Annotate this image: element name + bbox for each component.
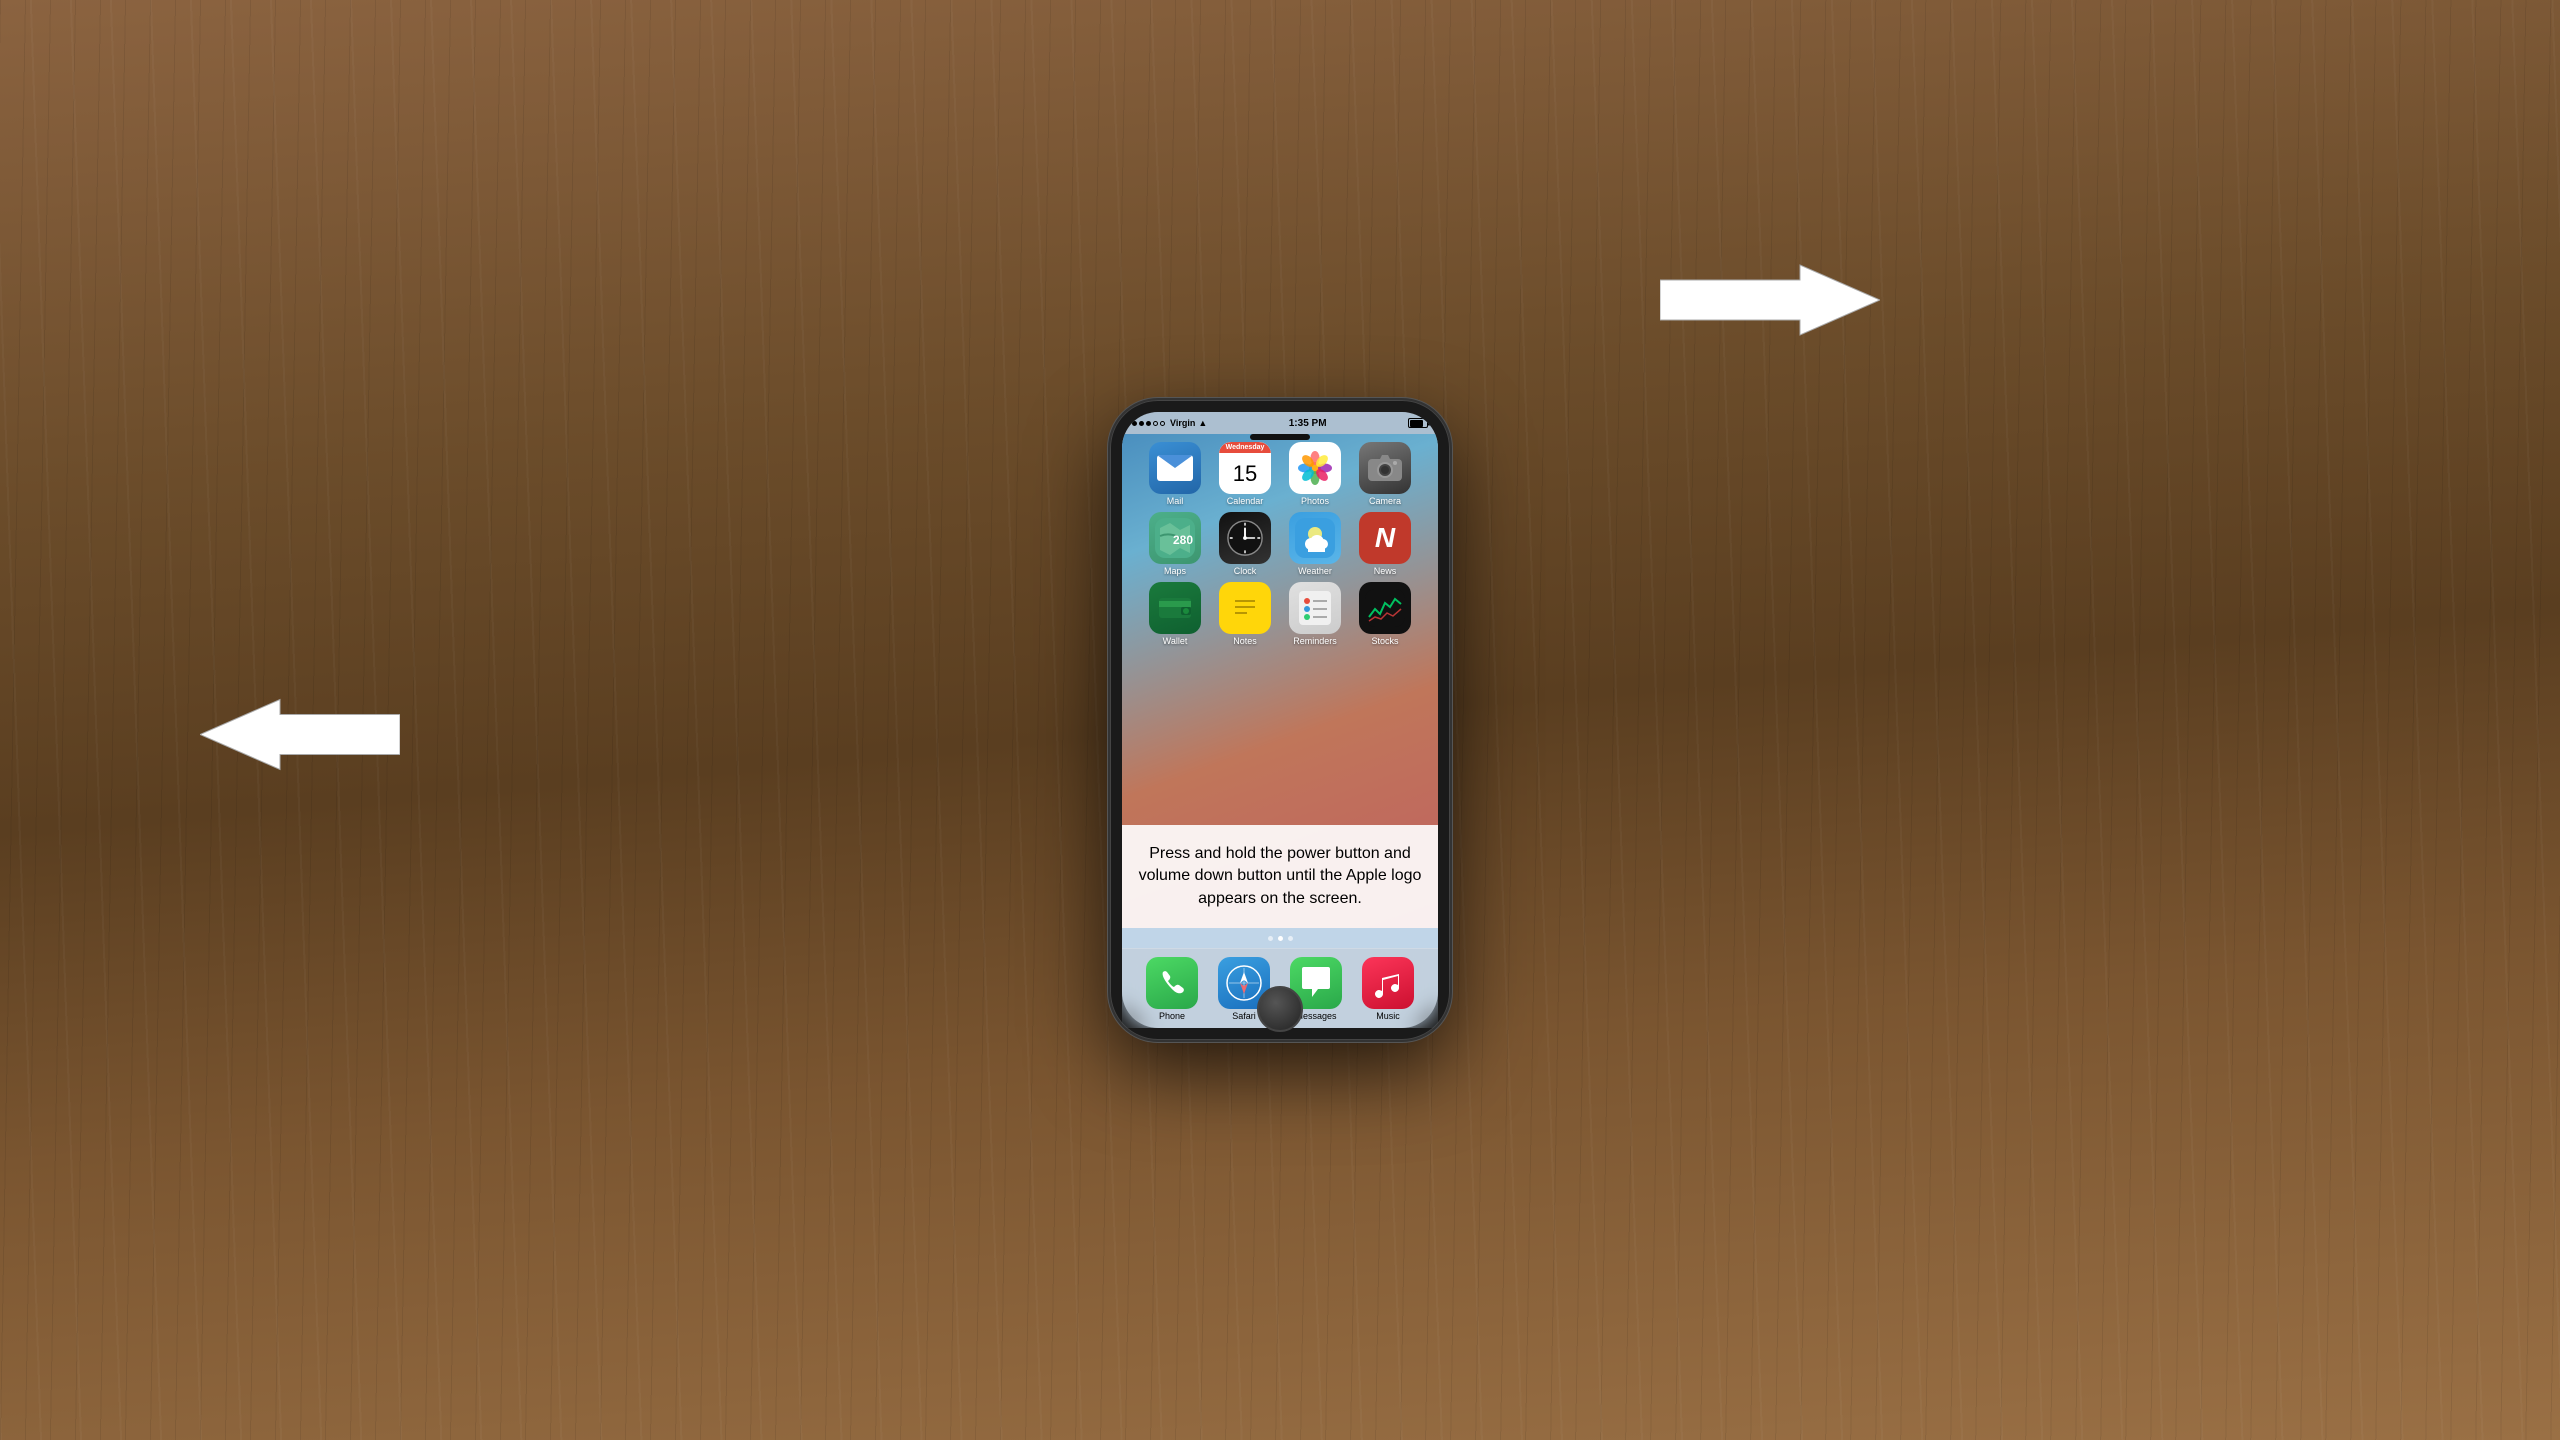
- maps-label: Maps: [1164, 566, 1186, 576]
- clock-icon: [1219, 512, 1271, 564]
- page-dot-2: [1278, 936, 1283, 941]
- status-time: 1:35 PM: [1289, 418, 1327, 429]
- dock-music[interactable]: Music: [1357, 957, 1419, 1021]
- app-row-3: Wallet Notes: [1130, 582, 1430, 646]
- news-icon: N: [1359, 512, 1411, 564]
- arrow-left: [200, 695, 400, 780]
- app-wallet[interactable]: Wallet: [1144, 582, 1206, 646]
- app-maps[interactable]: 280 Maps: [1144, 512, 1206, 576]
- signal-dots: [1132, 421, 1165, 426]
- wallet-label: Wallet: [1163, 636, 1188, 646]
- app-stocks[interactable]: Stocks: [1354, 582, 1416, 646]
- music-icon: [1362, 957, 1414, 1009]
- app-reminders[interactable]: Reminders: [1284, 582, 1346, 646]
- signal-dot-4: [1153, 421, 1158, 426]
- app-weather[interactable]: Weather: [1284, 512, 1346, 576]
- app-clock[interactable]: Clock: [1214, 512, 1276, 576]
- instruction-text: Press and hold the power button and volu…: [1139, 845, 1422, 907]
- app-row-2: 280 Maps: [1130, 512, 1430, 576]
- news-icon-letter: N: [1375, 522, 1395, 554]
- app-row-1: Mail Wednesday 15 Calendar: [1130, 442, 1430, 506]
- phone-icon: [1146, 957, 1198, 1009]
- maps-icon: 280: [1149, 512, 1201, 564]
- mail-envelope: [1157, 455, 1193, 481]
- photos-label: Photos: [1301, 496, 1329, 506]
- app-mail[interactable]: Mail: [1144, 442, 1206, 506]
- stocks-label: Stocks: [1371, 636, 1398, 646]
- home-button[interactable]: [1257, 986, 1303, 1032]
- signal-dot-5: [1160, 421, 1165, 426]
- signal-dot-1: [1132, 421, 1137, 426]
- reminders-icon: [1289, 582, 1341, 634]
- mail-label: Mail: [1167, 496, 1184, 506]
- arrow-right: [1660, 260, 1880, 345]
- status-left: Virgin ▲: [1132, 418, 1207, 428]
- battery-icon: [1408, 418, 1428, 428]
- page-dots: [1122, 928, 1438, 948]
- app-photos[interactable]: Photos: [1284, 442, 1346, 506]
- svg-text:280: 280: [1173, 533, 1193, 547]
- carrier-name: Virgin: [1170, 418, 1195, 428]
- weather-icon: [1289, 512, 1341, 564]
- app-notes[interactable]: Notes: [1214, 582, 1276, 646]
- calendar-weekday: Wednesday: [1219, 442, 1271, 453]
- camera-icon: [1359, 442, 1411, 494]
- app-camera[interactable]: Camera: [1354, 442, 1416, 506]
- dock-phone[interactable]: Phone: [1141, 957, 1203, 1021]
- clock-label: Clock: [1234, 566, 1257, 576]
- calendar-icon: Wednesday 15: [1219, 442, 1271, 494]
- safari-label: Safari: [1232, 1011, 1256, 1021]
- notes-label: Notes: [1233, 636, 1257, 646]
- wallet-icon: [1149, 582, 1201, 634]
- weather-label: Weather: [1298, 566, 1332, 576]
- signal-dot-3: [1146, 421, 1151, 426]
- speaker: [1250, 434, 1310, 440]
- app-calendar[interactable]: Wednesday 15 Calendar: [1214, 442, 1276, 506]
- music-label: Music: [1376, 1011, 1400, 1021]
- status-bar: Virgin ▲ 1:35 PM: [1122, 412, 1438, 434]
- battery-fill: [1410, 420, 1423, 427]
- status-right: [1408, 418, 1428, 428]
- page-dot-3: [1288, 936, 1293, 941]
- notes-icon: [1219, 582, 1271, 634]
- camera-label: Camera: [1369, 496, 1401, 506]
- wifi-icon: ▲: [1198, 418, 1207, 428]
- calendar-label: Calendar: [1227, 496, 1264, 506]
- calendar-icon-inner: Wednesday 15: [1219, 442, 1271, 494]
- photos-icon: [1289, 442, 1341, 494]
- stocks-icon: [1359, 582, 1411, 634]
- news-label: News: [1374, 566, 1397, 576]
- reminders-label: Reminders: [1293, 636, 1337, 646]
- page-dot-1: [1268, 936, 1273, 941]
- signal-dot-2: [1139, 421, 1144, 426]
- scene: Virgin ▲ 1:35 PM: [0, 0, 2560, 1440]
- app-news[interactable]: N News: [1354, 512, 1416, 576]
- mail-icon: [1149, 442, 1201, 494]
- instruction-overlay: Press and hold the power button and volu…: [1122, 825, 1438, 928]
- iphone-screen: Virgin ▲ 1:35 PM: [1122, 412, 1438, 1028]
- iphone-device: Virgin ▲ 1:35 PM: [1110, 400, 1450, 1040]
- calendar-day: 15: [1219, 453, 1271, 494]
- phone-label: Phone: [1159, 1011, 1185, 1021]
